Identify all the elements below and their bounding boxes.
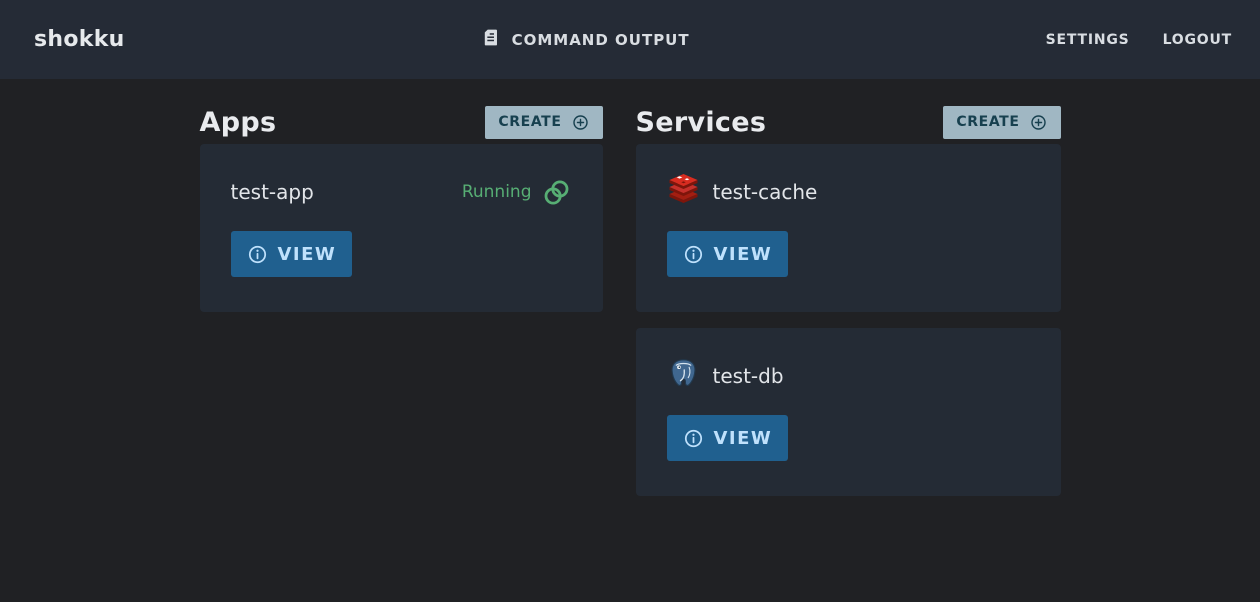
main-content: Apps CREATE test-app Running	[0, 79, 1260, 512]
apps-section: Apps CREATE test-app Running	[200, 103, 603, 328]
view-service-label: VIEW	[714, 428, 773, 449]
command-output-label: COMMAND OUTPUT	[512, 31, 690, 49]
logout-link[interactable]: LOGOUT	[1163, 32, 1232, 48]
view-service-test-cache-button[interactable]: VIEW	[667, 231, 789, 277]
service-card-test-db: test-db VIEW	[636, 328, 1061, 496]
navbar-links: SETTINGS LOGOUT	[1046, 32, 1232, 48]
services-section: Services CREATE	[636, 103, 1061, 512]
info-circle-icon	[247, 244, 268, 265]
app-status-label: Running	[462, 182, 532, 202]
create-service-label: CREATE	[956, 114, 1019, 130]
apps-section-header: Apps CREATE	[200, 103, 603, 141]
service-name: test-db	[713, 364, 784, 388]
services-section-header: Services CREATE	[636, 103, 1061, 141]
view-app-button[interactable]: VIEW	[231, 231, 353, 277]
services-title: Services	[636, 107, 767, 138]
navbar-center: COMMAND OUTPUT	[125, 27, 1046, 52]
settings-link[interactable]: SETTINGS	[1046, 32, 1130, 48]
view-service-label: VIEW	[714, 244, 773, 265]
navbar: shokku COMMAND OUTPUT SETTINGS LOGOUT	[0, 0, 1260, 79]
create-app-label: CREATE	[498, 114, 561, 130]
info-circle-icon	[683, 244, 704, 265]
service-card-header-row: test-db	[667, 358, 1029, 394]
create-service-button[interactable]: CREATE	[943, 106, 1060, 139]
service-entity: test-db	[667, 357, 784, 395]
app-name: test-app	[231, 180, 314, 204]
plus-circle-icon	[571, 113, 590, 132]
plus-circle-icon	[1029, 113, 1048, 132]
app-card-header-row: test-app Running	[231, 174, 571, 210]
rings-icon	[542, 178, 571, 207]
info-circle-icon	[683, 428, 704, 449]
command-output-button[interactable]: COMMAND OUTPUT	[481, 27, 690, 52]
service-card-test-cache: test-cache VIEW	[636, 144, 1061, 312]
view-service-test-db-button[interactable]: VIEW	[667, 415, 789, 461]
create-app-button[interactable]: CREATE	[485, 106, 602, 139]
file-text-icon	[481, 27, 500, 52]
app-status: Running	[462, 178, 571, 207]
brand-logo[interactable]: shokku	[34, 27, 125, 52]
service-entity: test-cache	[667, 174, 818, 210]
apps-title: Apps	[200, 107, 277, 138]
postgresql-icon	[667, 357, 700, 395]
service-name: test-cache	[713, 180, 818, 204]
service-card-header-row: test-cache	[667, 174, 1029, 210]
redis-icon	[667, 174, 700, 210]
view-app-label: VIEW	[278, 244, 337, 265]
app-card-test-app: test-app Running	[200, 144, 603, 312]
